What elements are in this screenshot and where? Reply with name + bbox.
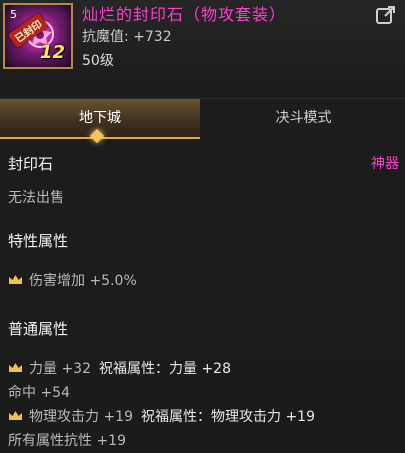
item-type: 封印石 bbox=[8, 155, 54, 173]
normal-attr-row: 力量 +32 祝福属性：力量 +28 bbox=[8, 358, 231, 378]
trade-status: 无法出售 bbox=[8, 190, 64, 206]
normal-attr-row: 所有属性抗性 +19 bbox=[8, 430, 126, 450]
crown-icon bbox=[9, 275, 22, 284]
tab-pvp[interactable]: 决斗模式 bbox=[202, 99, 405, 137]
normal-attr-row: 物理攻击力 +19 祝福属性：物理攻击力 +19 bbox=[8, 406, 315, 426]
item-title: 灿烂的封印石（物攻套装） bbox=[82, 5, 287, 24]
item-level: 50级 bbox=[82, 53, 114, 69]
attr-main: 命中 +54 bbox=[8, 385, 70, 401]
crown-icon bbox=[9, 411, 22, 420]
bless-label: 祝福属性： bbox=[99, 361, 169, 377]
bless-value: 物理攻击力 +19 bbox=[211, 409, 315, 425]
special-attr-row: 伤害增加 +5.0% bbox=[8, 270, 137, 290]
item-tooltip-panel: 5 已封印 12 灿烂的封印石（物攻套装） 抗魔值: +732 50级 地下城 … bbox=[0, 0, 405, 453]
share-icon[interactable] bbox=[375, 5, 397, 25]
normal-attr-row: 命中 +54 bbox=[8, 382, 70, 402]
special-attr-text: 伤害增加 +5.0% bbox=[29, 273, 137, 289]
level-badge: 12 bbox=[39, 42, 65, 63]
attr-main: 力量 +32 bbox=[29, 361, 91, 377]
crown-icon bbox=[9, 363, 22, 372]
icon-corner-number: 5 bbox=[10, 8, 17, 21]
special-attrs-title: 特性属性 bbox=[8, 232, 69, 250]
rarity-label: 神器 bbox=[371, 156, 399, 172]
mode-tabs: 地下城 决斗模式 bbox=[0, 98, 405, 139]
resist-value: 抗魔值: +732 bbox=[82, 29, 172, 45]
bless-value: 力量 +28 bbox=[169, 361, 231, 377]
attr-main: 所有属性抗性 +19 bbox=[8, 433, 126, 449]
normal-attrs-title: 普通属性 bbox=[8, 320, 69, 338]
item-icon[interactable]: 5 已封印 12 bbox=[3, 3, 73, 69]
bless-label: 祝福属性： bbox=[141, 409, 211, 425]
attr-main: 物理攻击力 +19 bbox=[29, 409, 133, 425]
